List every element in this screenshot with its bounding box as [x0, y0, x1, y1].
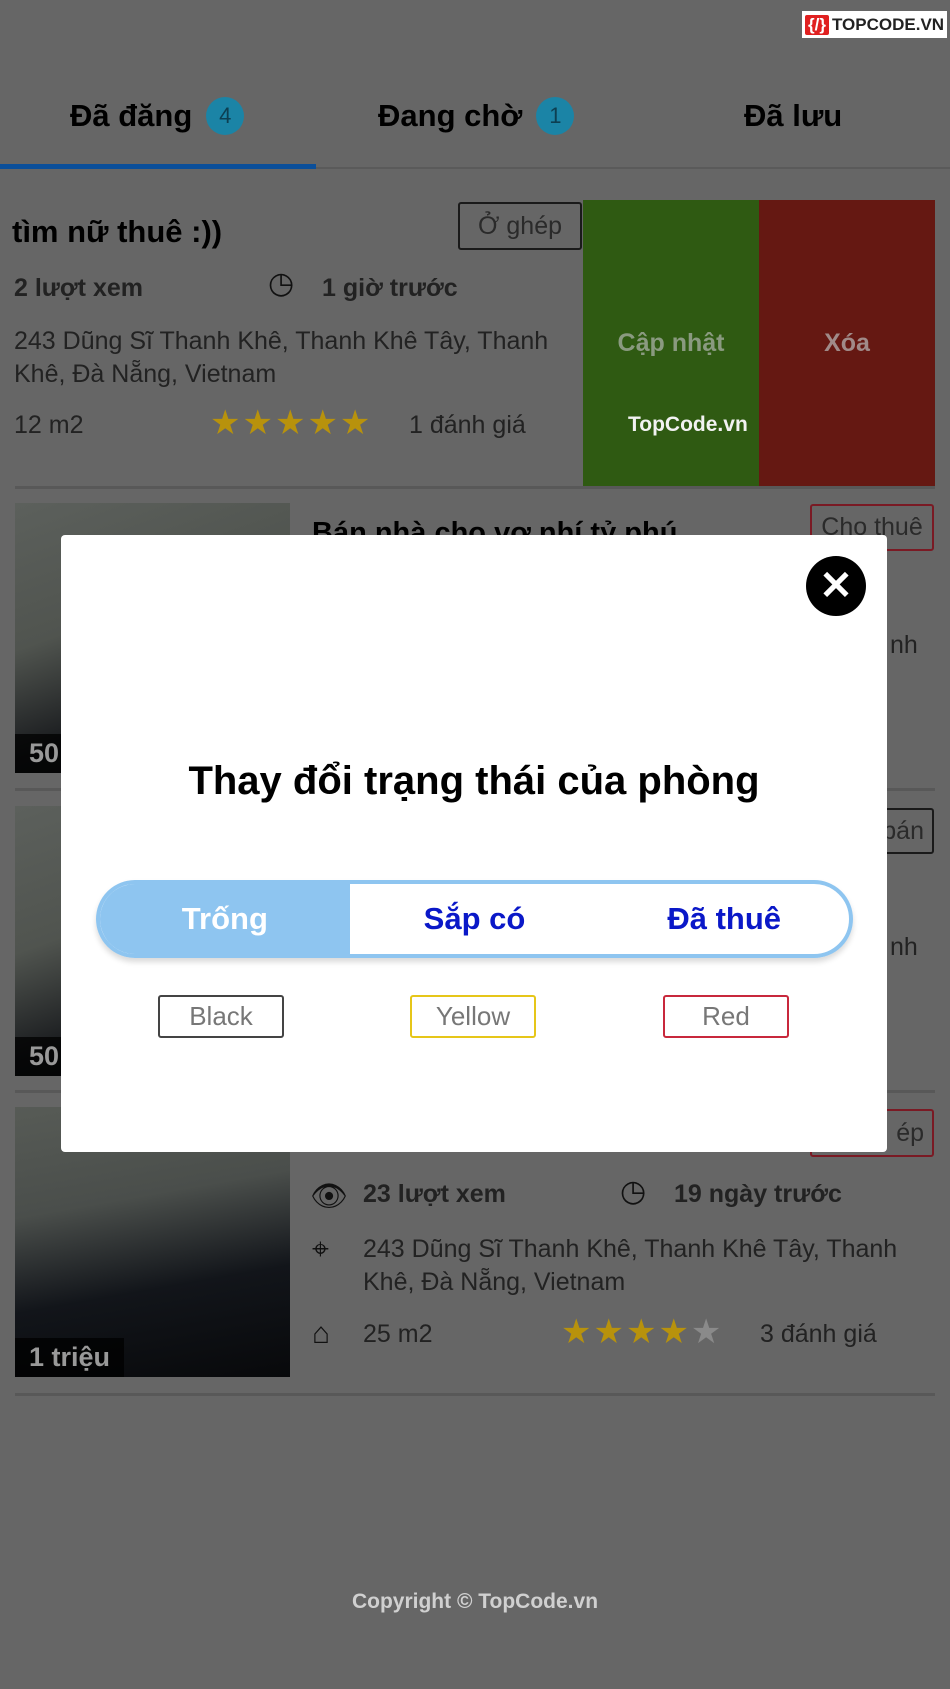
- address: nh: [890, 631, 918, 659]
- views: 2 lượt xem: [14, 274, 143, 302]
- delete-button[interactable]: Xóa: [759, 200, 935, 487]
- close-icon: ✕: [819, 564, 853, 608]
- review-count: 1 đánh giá: [409, 411, 526, 439]
- segment-rented[interactable]: Đã thuê: [599, 884, 849, 954]
- clock-icon: ◷: [268, 267, 295, 300]
- tab-pending[interactable]: Đang chờ 1: [378, 90, 575, 142]
- divider: [15, 1393, 935, 1396]
- tab-label: Đang chờ: [378, 98, 523, 133]
- logo-icon: {/}: [805, 14, 829, 35]
- close-button[interactable]: ✕: [806, 556, 866, 616]
- update-label: Cập nhật: [617, 329, 725, 357]
- segment-empty[interactable]: Trống: [100, 884, 350, 954]
- posted-time: 19 ngày trước: [674, 1180, 842, 1208]
- area: 25 m2: [363, 1320, 433, 1348]
- color-label-black: Black: [158, 995, 284, 1038]
- tab-posted[interactable]: Đã đăng 4: [70, 90, 245, 142]
- views: 23 lượt xem: [363, 1180, 506, 1208]
- status-segmented-control: Trống Sắp có Đã thuê: [96, 880, 853, 958]
- color-label-yellow: Yellow: [410, 995, 536, 1038]
- eye-icon: 👁: [310, 1180, 349, 1213]
- review-count: 3 đánh giá: [760, 1320, 877, 1348]
- count-badge: 4: [206, 97, 245, 135]
- posted-time: 1 giờ trước: [322, 274, 458, 302]
- address: nh: [890, 933, 918, 961]
- segment-coming-soon[interactable]: Sắp có: [350, 884, 600, 954]
- rating-stars: ★★★★★: [561, 1313, 724, 1351]
- tab-label: Đã đăng: [70, 98, 193, 133]
- address: 243 Dũng Sĩ Thanh Khê, Thanh Khê Tây, Th…: [363, 1235, 898, 1263]
- clock-icon: ◷: [620, 1175, 647, 1208]
- area: 12 m2: [14, 411, 84, 439]
- count-badge: 1: [536, 97, 575, 135]
- address: 243 Dũng Sĩ Thanh Khê, Thanh Khê Tây, Th…: [14, 327, 549, 355]
- address: Khê, Đà Nẵng, Vietnam: [363, 1268, 626, 1296]
- status-modal: ✕ Thay đổi trạng thái của phòng Trống Sắ…: [61, 535, 887, 1152]
- rating-stars: ★★★★★: [210, 404, 373, 442]
- tab-label: Đã lưu: [744, 98, 843, 133]
- delete-label: Xóa: [824, 329, 870, 357]
- price-label: 1 triệu: [15, 1338, 125, 1377]
- logo: {/} TOPCODE.VN: [802, 11, 948, 38]
- location-icon: ⌖: [312, 1233, 329, 1266]
- house-icon: ⌂: [312, 1317, 331, 1350]
- footer-copyright: Copyright © TopCode.vn: [351, 1590, 599, 1613]
- divider: [15, 486, 935, 489]
- update-button[interactable]: Cập nhật: [583, 200, 759, 487]
- tab-saved[interactable]: Đã lưu: [744, 90, 842, 142]
- watermark: TopCode.vn: [628, 413, 748, 436]
- listing-card[interactable]: tìm nữ thuê :)) Ở ghép 2 lượt xem ◷ 1 gi…: [0, 200, 950, 487]
- tab-indicator: [0, 164, 316, 169]
- tab-divider: [316, 167, 950, 169]
- color-label-red: Red: [663, 995, 789, 1038]
- type-badge: Ở ghép: [458, 202, 582, 250]
- modal-title: Thay đổi trạng thái của phòng: [188, 759, 760, 803]
- listing-title: tìm nữ thuê :)): [12, 214, 223, 249]
- address: Khê, Đà Nẵng, Vietnam: [14, 360, 277, 388]
